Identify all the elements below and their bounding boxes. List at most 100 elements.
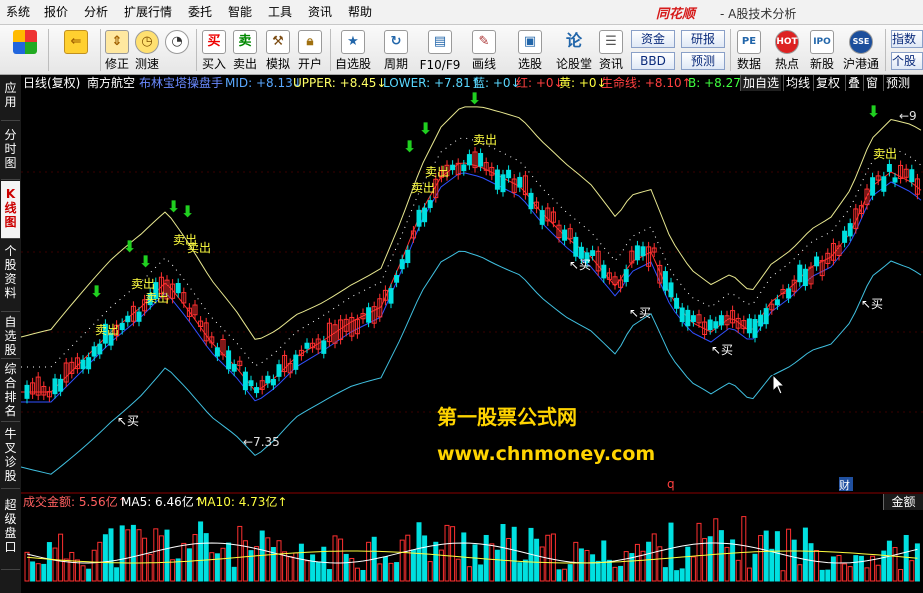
volume-bar	[478, 564, 484, 582]
sell-button[interactable]: 卖 卖出	[230, 27, 260, 73]
candle-body	[80, 359, 86, 370]
buy-signal-label: ↖买	[711, 343, 733, 357]
blue-value: 蓝: +0↓	[473, 76, 521, 90]
tab-apps[interactable]: 应用	[1, 75, 20, 121]
f10-button[interactable]: ▤ F10/F9	[418, 27, 462, 73]
window-title: - A股技术分析	[720, 7, 797, 21]
forecast-tab[interactable]: 预测	[883, 75, 912, 91]
f10-label: F10/F9	[419, 58, 461, 72]
forum-button[interactable]: 论 论股堂	[554, 27, 594, 73]
volume-bar	[254, 546, 260, 582]
menu-tools[interactable]: 工具	[268, 4, 292, 21]
tab-ranking[interactable]: 综合排名	[1, 360, 20, 422]
hk-connect-label: 沪港通	[842, 57, 879, 71]
sell-signal-label: 卖出	[873, 147, 897, 161]
finance-marker: 财	[839, 478, 850, 492]
research-button[interactable]: 研报	[681, 30, 725, 48]
adjust-tab[interactable]: 复权	[813, 75, 842, 91]
tab-kline[interactable]: K线图	[1, 181, 20, 239]
speedtest2-button[interactable]: ◔	[162, 27, 192, 73]
candle-body	[562, 229, 568, 241]
volume-bar	[433, 541, 439, 582]
stock-picker-button[interactable]: ▣ 选股	[508, 27, 552, 73]
sell-arrow-icon: ⬇	[123, 237, 136, 256]
candle-body	[466, 154, 472, 166]
candle-body	[416, 209, 422, 227]
kline-chart[interactable]: ⬇⬇⬇⬇⬇⬇⬇⬇⬇⬇卖出卖出卖出卖出卖出卖出卖出卖出卖出↖买↖买↖买↖买↖买←7…	[21, 92, 923, 494]
volume-bar	[265, 537, 271, 582]
candle-body	[91, 346, 97, 357]
overlay-tab[interactable]: 叠	[845, 75, 862, 91]
volume-bar	[181, 542, 187, 582]
menu-help: 帮助	[348, 5, 373, 19]
volume-bar	[791, 539, 797, 582]
stock-name: 南方航空	[87, 76, 136, 90]
volume-bar	[416, 522, 422, 582]
candle-body	[304, 342, 310, 349]
candle-body	[254, 387, 260, 394]
fund-button[interactable]: 资金	[631, 30, 675, 48]
hotspot-button[interactable]: HOT 热点	[771, 27, 803, 73]
volume-bar	[819, 569, 825, 582]
amount-tab[interactable]: 金额	[883, 494, 923, 510]
candle-body	[786, 288, 792, 299]
ma-tab[interactable]: 均线	[783, 75, 812, 91]
ipo-button[interactable]: IPO 新股	[806, 27, 838, 73]
add-watchlist-tab[interactable]: 加自选	[740, 75, 782, 91]
candle-body	[494, 169, 500, 190]
draw-line-button[interactable]: ✎ 画线	[464, 27, 504, 73]
brand-logo: 同花顺	[656, 7, 696, 22]
volume-bar	[573, 541, 579, 582]
individual-button[interactable]: 个股	[891, 52, 923, 70]
volume-bar	[746, 567, 752, 582]
volume-bar	[724, 546, 730, 582]
volume-bar	[858, 555, 864, 582]
tab-intraday[interactable]: 分时图	[1, 122, 20, 180]
candle-body	[679, 307, 685, 323]
watchlist-button[interactable]: ★ 自选股	[332, 27, 374, 73]
index-button[interactable]: 指数	[891, 30, 923, 48]
tab-stock-profile[interactable]: 个股资料	[1, 240, 20, 312]
simulate-button[interactable]: ⚒ 模拟	[262, 27, 294, 73]
news-button[interactable]: ☰ 资讯	[596, 27, 626, 73]
volume-bar	[735, 559, 741, 582]
tab-diagnosis[interactable]: 牛叉诊股	[1, 423, 20, 489]
open-account-button[interactable]: 🔒︎ 开户	[294, 27, 326, 73]
tab-super-depth[interactable]: 超级盘口	[1, 490, 20, 570]
q-marker: q	[667, 477, 675, 491]
speedtest-button[interactable]: ◷ 测速	[132, 27, 162, 73]
forecast-button[interactable]: 预测	[681, 52, 725, 70]
volume-bar	[668, 522, 674, 582]
data-button[interactable]: PE 数据	[733, 27, 765, 73]
back-arrow-icon: ⇐	[64, 30, 88, 54]
sell-signal-label: 卖出	[131, 277, 155, 291]
period-button[interactable]: ↻ 周期	[376, 27, 416, 73]
candle-body	[86, 357, 92, 370]
menu-extended-quotes[interactable]: 扩展行情	[124, 4, 172, 21]
volume-bar	[69, 551, 75, 582]
indicator-name[interactable]: 布林宝塔操盘手	[139, 75, 223, 92]
app-grid-button[interactable]	[8, 27, 42, 73]
volume-bar	[276, 540, 282, 582]
buy-button[interactable]: 买 买入	[199, 27, 229, 73]
bbd-button[interactable]: BBD	[631, 52, 675, 70]
menu-entrust[interactable]: 委托	[188, 4, 212, 21]
volume-bar	[623, 551, 629, 582]
menu-analysis[interactable]: 分析	[84, 4, 108, 21]
tab-watchlist[interactable]: 自选股	[1, 313, 20, 359]
window-tab[interactable]: 窗	[863, 75, 880, 91]
candle-body	[909, 169, 915, 183]
menu-system[interactable]: 系统	[6, 4, 30, 21]
candle-body	[52, 378, 58, 395]
app-grid-icon	[13, 30, 37, 54]
volume-bar	[612, 566, 618, 582]
menu-quote[interactable]: 报价	[44, 4, 68, 21]
hk-icon: SSE	[849, 30, 873, 54]
correct-button[interactable]: ⇕ 修正	[102, 27, 132, 73]
menu-news[interactable]: 资讯	[308, 4, 332, 21]
menu-smart[interactable]: 智能	[228, 4, 252, 21]
hk-connect-button[interactable]: SSE 沪港通	[841, 27, 881, 73]
buy-signal-label: ↖买	[629, 306, 651, 320]
sell-signal-label: 卖出	[425, 165, 449, 179]
back-button[interactable]: ⇐	[56, 27, 96, 73]
